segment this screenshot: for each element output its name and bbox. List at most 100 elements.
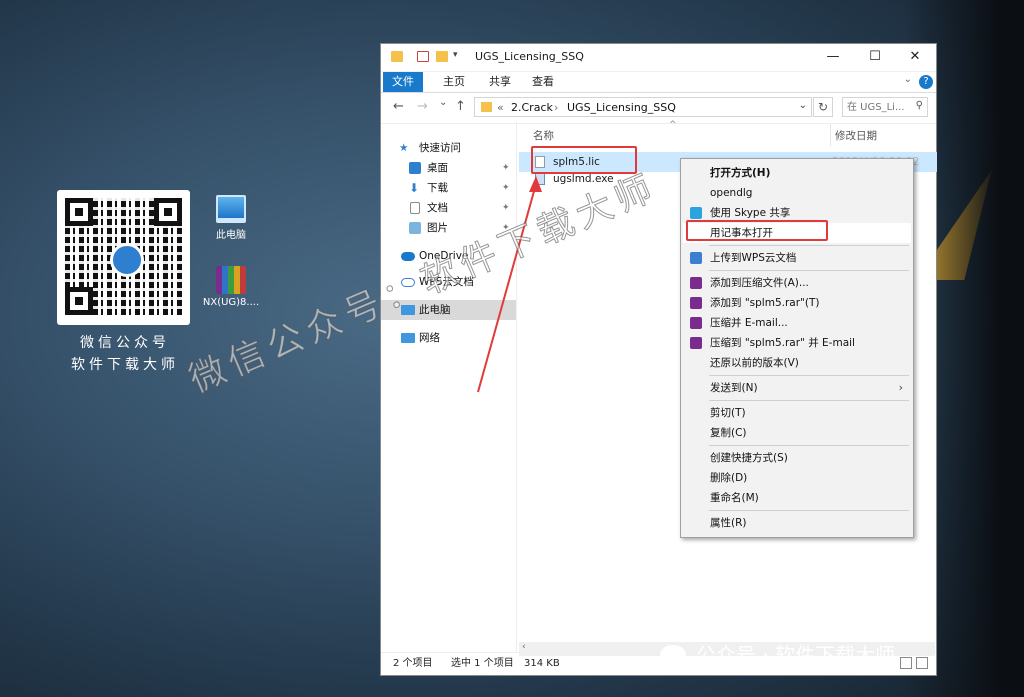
menu-item[interactable]: 压缩到 "splm5.rar" 并 E-mail <box>683 333 911 353</box>
tab-home[interactable]: 主页 <box>434 72 474 92</box>
winrar-icon <box>690 277 702 289</box>
details-view-icon[interactable] <box>900 657 912 669</box>
menu-item-label: 压缩并 E-mail... <box>710 317 788 329</box>
breadcrumb-separator-icon: › <box>554 101 559 114</box>
nav-item-quick-access[interactable]: ★ 快速访问 <box>381 138 516 158</box>
winrar-icon <box>690 337 702 349</box>
address-bar[interactable]: « 2.Crack › UGS_Licensing_SSQ ⌄ <box>474 97 812 117</box>
menu-item-label: 发送到(N) <box>710 382 758 394</box>
desktop-icon-label: 此电脑 <box>216 230 246 241</box>
sort-indicator-icon: ^ <box>669 120 677 130</box>
close-button[interactable]: ✕ <box>895 44 935 71</box>
ribbon-tabs: 文件 主页 共享 查看 ⌄ ? <box>381 72 936 92</box>
menu-item[interactable]: 添加到压缩文件(A)... <box>683 273 911 293</box>
menu-item-label: 删除(D) <box>710 472 748 484</box>
menu-separator <box>709 245 909 246</box>
column-header-name[interactable]: 名称 <box>533 128 554 143</box>
item-count: 2 个项目 <box>393 658 433 669</box>
qr-caption-line1: 微信公众号 <box>80 335 170 351</box>
menu-item[interactable]: 创建快捷方式(S) <box>683 448 911 468</box>
menu-separator <box>709 400 909 401</box>
menu-item[interactable]: 打开方式(H) <box>683 163 911 183</box>
search-icon: ⚲ <box>915 100 923 111</box>
menu-item-label: 添加到 "splm5.rar"(T) <box>710 297 820 309</box>
properties-icon[interactable] <box>417 51 429 62</box>
menu-item[interactable]: 删除(D) <box>683 468 911 488</box>
network-icon <box>401 333 415 343</box>
menu-separator <box>709 270 909 271</box>
qr-finder-pattern <box>65 198 93 226</box>
new-folder-icon[interactable] <box>436 51 448 62</box>
column-divider[interactable] <box>830 124 831 146</box>
menu-item[interactable]: 发送到(N) › <box>683 378 911 398</box>
folder-icon <box>391 51 403 62</box>
desktop-icon-label: NX(UG)8.... <box>202 297 260 308</box>
winrar-archive-icon <box>216 266 246 294</box>
qr-finder-pattern <box>65 287 93 315</box>
tab-share[interactable]: 共享 <box>480 72 520 92</box>
picture-icon <box>409 222 421 234</box>
large-icons-view-icon[interactable] <box>916 657 928 669</box>
breadcrumb-current-folder[interactable]: UGS_Licensing_SSQ <box>567 101 676 114</box>
nav-item-label: 桌面 <box>427 162 448 174</box>
column-header-date[interactable]: 修改日期 <box>835 128 877 143</box>
search-box[interactable]: ⚲ <box>842 97 928 117</box>
menu-item-label: 上传到WPS云文档 <box>710 252 797 264</box>
recent-locations-icon[interactable]: ⌄ <box>439 97 447 108</box>
menu-item[interactable]: 添加到 "splm5.rar"(T) <box>683 293 911 313</box>
minimize-button[interactable]: — <box>813 44 853 71</box>
forward-arrow-icon[interactable]: → <box>417 99 428 114</box>
menu-item-label: 还原以前的版本(V) <box>710 357 799 369</box>
navigation-bar: ← → ⌄ ↑ « 2.Crack › UGS_Licensing_SSQ ⌄ … <box>381 92 936 124</box>
menu-item[interactable]: 上传到WPS云文档 <box>683 248 911 268</box>
highlight-box-notepad <box>686 220 828 241</box>
desktop-icon-nx-archive[interactable]: NX(UG)8.... <box>196 266 266 308</box>
search-input[interactable] <box>847 99 909 115</box>
wechat-badge-text: 公众号 · 软件下载大师 <box>696 643 896 667</box>
context-menu: 打开方式(H) opendlg 使用 Skype 共享 用记事本打开 上传到WPS云文档… <box>680 158 914 538</box>
menu-item[interactable]: 压缩并 E-mail... <box>683 313 911 333</box>
address-dropdown-icon[interactable]: ⌄ <box>799 100 807 111</box>
ribbon-expand-icon[interactable]: ⌄ <box>904 74 912 85</box>
scroll-left-icon[interactable]: ‹ <box>522 642 526 652</box>
wps-upload-icon <box>690 252 702 264</box>
tab-view[interactable]: 查看 <box>523 72 563 92</box>
refresh-button[interactable]: ↻ <box>813 97 833 117</box>
selected-count: 选中 1 个项目 <box>451 658 514 669</box>
menu-item[interactable]: 剪切(T) <box>683 403 911 423</box>
tab-file[interactable]: 文件 <box>383 72 423 92</box>
wechat-badge: 公众号 · 软件下载大师 <box>660 640 895 670</box>
menu-separator <box>709 510 909 511</box>
menu-separator <box>709 375 909 376</box>
menu-item-label: 属性(R) <box>710 517 747 529</box>
nav-item-label: 网络 <box>419 332 440 344</box>
menu-item[interactable]: 属性(R) <box>683 513 911 533</box>
nav-item-label: 图片 <box>427 222 448 234</box>
menu-item[interactable]: opendlg <box>683 183 911 203</box>
menu-item-label: opendlg <box>710 187 753 199</box>
menu-separator <box>709 445 909 446</box>
quick-access-dropdown-icon[interactable]: ▾ <box>453 50 458 60</box>
computer-icon <box>216 195 246 223</box>
folder-icon <box>481 102 492 112</box>
desktop-icon-this-pc[interactable]: 此电脑 <box>196 195 266 241</box>
menu-item-label: 打开方式(H) <box>710 167 771 179</box>
up-arrow-icon[interactable]: ↑ <box>455 99 466 114</box>
nav-item-label: 文档 <box>427 202 448 214</box>
star-icon: ★ <box>399 142 409 154</box>
menu-item[interactable]: 复制(C) <box>683 423 911 443</box>
nav-item-label: 快速访问 <box>419 142 461 154</box>
skype-icon <box>690 207 702 219</box>
menu-item-label: 剪切(T) <box>710 407 746 419</box>
qr-code-card <box>57 190 190 325</box>
maximize-button[interactable]: ☐ <box>855 44 895 71</box>
title-bar[interactable]: ▾ UGS_Licensing_SSQ — ☐ ✕ <box>381 44 936 72</box>
menu-item[interactable]: 还原以前的版本(V) <box>683 353 911 373</box>
breadcrumb-crack[interactable]: 2.Crack <box>511 101 553 114</box>
back-arrow-icon[interactable]: ← <box>393 99 404 114</box>
help-button[interactable]: ? <box>919 75 933 89</box>
breadcrumb-overflow[interactable]: « <box>497 101 504 114</box>
menu-item[interactable]: 重命名(M) <box>683 488 911 508</box>
document-icon <box>410 202 420 214</box>
menu-item-label: 复制(C) <box>710 427 747 439</box>
